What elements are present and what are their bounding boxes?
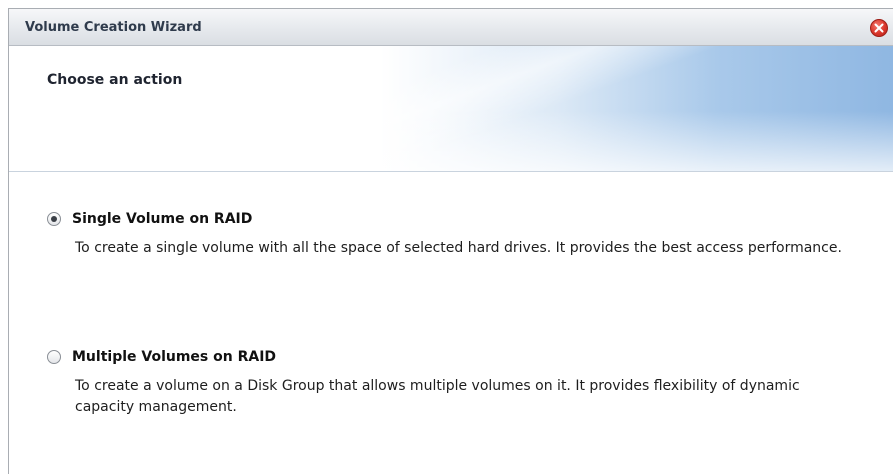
header-banner: Choose an action <box>9 46 893 172</box>
page-title: Choose an action <box>47 72 183 88</box>
single-volume-description: To create a single volume with all the s… <box>75 240 842 256</box>
single-volume-label[interactable]: Single Volume on RAID <box>72 211 252 227</box>
wizard-window: Volume Creation Wizard Choose an action … <box>8 8 893 474</box>
option-single-volume[interactable]: Single Volume on RAID To create a single… <box>47 211 855 259</box>
single-volume-radio[interactable] <box>47 212 61 226</box>
multiple-volumes-radio-row[interactable]: Multiple Volumes on RAID <box>47 349 855 365</box>
single-volume-radio-row[interactable]: Single Volume on RAID <box>47 211 855 227</box>
title-bar[interactable]: Volume Creation Wizard <box>9 9 893 46</box>
multiple-volumes-label[interactable]: Multiple Volumes on RAID <box>72 349 276 365</box>
option-multiple-volumes[interactable]: Multiple Volumes on RAID To create a vol… <box>47 349 855 418</box>
close-icon[interactable] <box>870 19 888 37</box>
multiple-volumes-radio[interactable] <box>47 350 61 364</box>
multiple-volumes-description: To create a volume on a Disk Group that … <box>75 378 800 415</box>
window-title: Volume Creation Wizard <box>25 20 202 35</box>
